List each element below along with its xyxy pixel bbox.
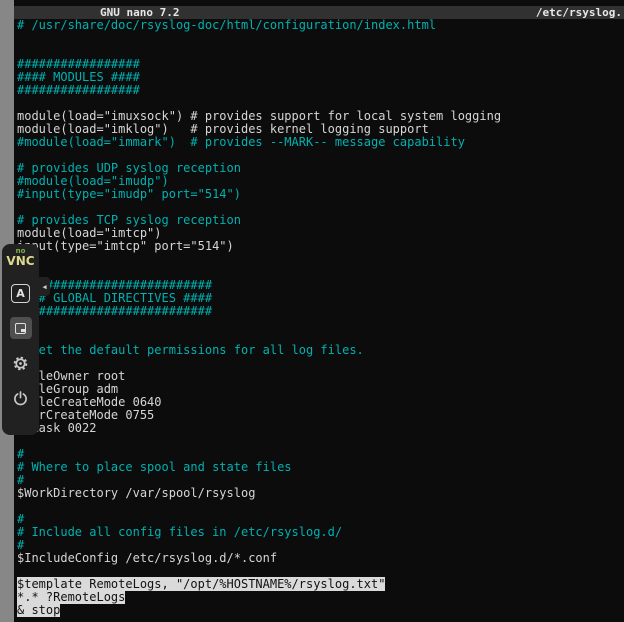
- editor-line: # Set the default permissions for all lo…: [17, 344, 623, 357]
- editor-line: #module(load="immark") # provides --MARK…: [17, 136, 623, 149]
- editor-line: *.* ?RemoteLogs: [17, 591, 623, 604]
- editor-line: $IncludeConfig /etc/rsyslog.d/*.conf: [17, 552, 623, 565]
- chevron-left-icon: ◀: [42, 283, 46, 291]
- editor-line: input(type="imtcp" port="514"): [17, 240, 623, 253]
- editor-line: [17, 500, 623, 513]
- power-icon: [13, 391, 28, 406]
- fullscreen-icon: [15, 323, 26, 334]
- editor-line: $Umask 0022: [17, 422, 623, 435]
- editor-line: [17, 32, 623, 45]
- novnc-logo-text: VNC: [6, 255, 34, 267]
- editor-content[interactable]: # /usr/share/doc/rsyslog-doc/html/config…: [17, 19, 623, 617]
- terminal: GNU nano 7.2 /etc/rsyslog. # /usr/share/…: [14, 0, 624, 622]
- editor-line: [17, 435, 623, 448]
- screen: { "window": { "width": 624, "height": 62…: [0, 0, 624, 622]
- fullscreen-dot: [21, 329, 25, 333]
- editor-line: & stop: [17, 604, 623, 617]
- editor-line: $DirCreateMode 0755: [17, 409, 623, 422]
- editor-line: # /usr/share/doc/rsyslog-doc/html/config…: [17, 19, 623, 32]
- fullscreen-button[interactable]: [10, 317, 32, 339]
- editor-line: ###########################: [17, 305, 623, 318]
- selected-text: *.* ?RemoteLogs: [17, 590, 125, 604]
- selected-text: & stop: [17, 603, 60, 617]
- novnc-logo: no VNC: [6, 248, 34, 267]
- settings-button[interactable]: [10, 352, 32, 374]
- vnc-control-panel: no VNC A: [2, 244, 39, 435]
- gear-icon: [12, 355, 29, 372]
- editor-line: #################: [17, 84, 623, 97]
- power-button[interactable]: [10, 387, 32, 409]
- editor-line: #input(type="imudp" port="514"): [17, 188, 623, 201]
- file-path: /etc/rsyslog.: [536, 6, 624, 19]
- editor-line: [17, 253, 623, 266]
- editor-line: # Where to place spool and state files: [17, 461, 623, 474]
- panel-handle[interactable]: ◀: [39, 277, 50, 296]
- letter-a-icon: A: [11, 284, 30, 303]
- editor-line: $WorkDirectory /var/spool/rsyslog: [17, 487, 623, 500]
- editor-line: # Include all config files in /etc/rsysl…: [17, 526, 623, 539]
- selected-text: $template RemoteLogs, "/opt/%HOSTNAME%/r…: [17, 577, 385, 591]
- editor-line: [17, 318, 623, 331]
- extra-keys-button[interactable]: A: [10, 282, 32, 304]
